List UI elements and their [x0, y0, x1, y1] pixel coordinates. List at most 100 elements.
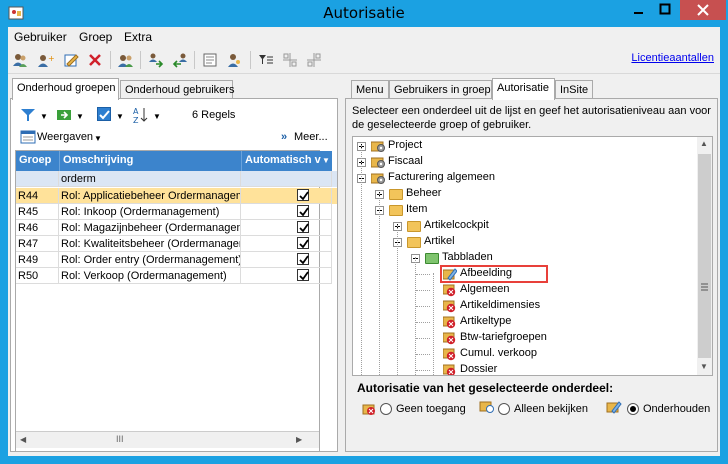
tree-node[interactable]: Fiscaal [353, 154, 693, 170]
user-key-icon[interactable] [226, 52, 242, 68]
horizontal-scrollbar[interactable]: ◀ ▶ III [16, 431, 319, 448]
tree-node[interactable]: Project [353, 138, 693, 154]
tree-node[interactable]: Afbeelding [353, 265, 693, 283]
check-all-icon[interactable] [97, 107, 111, 121]
scroll-left-icon[interactable]: ◀ [20, 435, 26, 444]
tab-menu[interactable]: Menu [351, 80, 389, 100]
tab-autorisatie[interactable]: Autorisatie [492, 78, 555, 100]
users-icon[interactable] [118, 52, 134, 68]
maximize-button[interactable] [652, 0, 679, 20]
minimize-button[interactable] [625, 0, 652, 20]
views-icon[interactable] [20, 130, 36, 144]
export-icon[interactable] [56, 107, 72, 123]
tree-node[interactable]: Beheer [353, 186, 693, 202]
table-row[interactable]: R46Rol: Magazijnbeheer (Ordermanagement) [16, 220, 337, 236]
column-header-omschrijving[interactable]: Omschrijving [59, 151, 241, 171]
tree-node[interactable]: Artikeldimensies [353, 298, 693, 314]
title-bar[interactable]: Autorisatie [0, 0, 728, 27]
table-row[interactable]: R50 Rol: Verkoop (Ordermanagement) [16, 268, 337, 284]
no-access-icon [442, 347, 457, 361]
column-label: Automatisch v [245, 154, 321, 166]
chevron-down-icon[interactable]: ▼ [76, 112, 84, 121]
new-user-icon[interactable] [12, 52, 28, 68]
cell-automatisch [241, 252, 332, 268]
tab-insite[interactable]: InSite [555, 80, 593, 100]
scroll-grip: III [116, 434, 124, 444]
tree-node[interactable]: Dossier [353, 362, 693, 375]
auto-checkbox[interactable] [297, 205, 309, 217]
tree-node[interactable]: Algemeen [353, 282, 693, 298]
tab-onderhoud-groepen[interactable]: Onderhoud groepen [12, 78, 119, 100]
filter-cell-groep[interactable] [16, 171, 59, 187]
no-access-label[interactable]: Geen toegang [396, 403, 466, 415]
sort-icon[interactable]: AZ [133, 106, 149, 125]
maintain-label[interactable]: Onderhouden [643, 403, 710, 415]
expand-all-icon[interactable] [282, 52, 298, 68]
tab-label: InSite [560, 84, 589, 96]
tree-node[interactable]: Tabbladen [353, 250, 693, 266]
instruction-text: Selecteer een onderdeel uit de lijst en … [352, 105, 711, 131]
tab-gebruikers-in-groep[interactable]: Gebruikers in groep [389, 80, 492, 100]
tree-node[interactable]: Artikel [353, 234, 693, 250]
menu-gebruiker[interactable]: Gebruiker [14, 30, 67, 44]
column-header-automatisch[interactable]: Automatisch v [241, 151, 332, 171]
tree-node-label: Artikelcockpit [424, 219, 489, 231]
edit-icon[interactable] [63, 52, 79, 68]
no-access-radio[interactable] [380, 403, 392, 415]
app-icon[interactable] [8, 5, 24, 21]
collapse-all-icon[interactable] [306, 52, 322, 68]
maintain-radio[interactable] [627, 403, 639, 415]
close-button[interactable] [680, 0, 726, 20]
filter-icon[interactable] [20, 107, 36, 123]
tree-vertical-scrollbar[interactable]: ▲ ▼ [697, 137, 712, 375]
license-link[interactable]: Licentieaantallen [631, 52, 714, 64]
double-chevron-icon[interactable]: » [281, 131, 287, 143]
report-icon[interactable] [202, 52, 218, 68]
table-row[interactable]: R47Rol: Kwaliteitsbeheer (Ordermanagemen… [16, 236, 337, 252]
chevron-down-icon[interactable]: ▼ [153, 112, 161, 121]
no-access-icon [442, 283, 457, 297]
filter-cell-omschrijving[interactable]: orderm [59, 171, 241, 187]
tree-node[interactable]: Btw-tariefgroepen [353, 330, 693, 346]
table-row[interactable]: R49 Rol: Order entry (Ordermanagement) [16, 252, 337, 268]
chevron-down-icon[interactable]: ▼ [94, 134, 102, 143]
folder-icon [407, 221, 421, 232]
views-dropdown[interactable]: Weergaven [37, 131, 93, 143]
auto-checkbox[interactable] [297, 189, 309, 201]
tree-node[interactable]: Artikeltype [353, 314, 693, 330]
tree-node-label: Item [406, 203, 428, 215]
view-only-radio[interactable] [498, 403, 510, 415]
chevron-down-icon[interactable]: ▼ [116, 112, 124, 121]
tab-onderhoud-gebruikers[interactable]: Onderhoud gebruikers [120, 80, 234, 100]
column-menu-chevron-icon[interactable]: ▼ [322, 156, 330, 165]
assign-icon[interactable] [148, 52, 164, 68]
scroll-thumb[interactable] [698, 154, 711, 358]
delete-icon[interactable] [87, 52, 103, 68]
scroll-up-icon[interactable]: ▲ [700, 139, 708, 148]
auto-checkbox[interactable] [297, 221, 309, 233]
new-group-icon[interactable]: + [38, 52, 55, 68]
tree-node[interactable]: Facturering algemeen [353, 170, 693, 186]
table-row[interactable]: R44 Rol: Applicatiebeheer Ordermanagement [16, 188, 337, 204]
auto-checkbox[interactable] [297, 253, 309, 265]
tree-node[interactable]: Artikelcockpit [353, 218, 693, 234]
view-only-label[interactable]: Alleen bekijken [514, 403, 588, 415]
scroll-right-icon[interactable]: ▶ [296, 435, 302, 444]
more-button[interactable]: Meer... [294, 131, 328, 143]
svg-text:Z: Z [133, 116, 139, 124]
filter-list-icon[interactable] [258, 52, 274, 68]
scroll-down-icon[interactable]: ▼ [700, 362, 708, 371]
tree-node[interactable]: Item [353, 202, 693, 218]
cell-automatisch [241, 268, 332, 284]
auto-checkbox[interactable] [297, 269, 309, 281]
filter-cell-automatisch[interactable] [241, 171, 332, 187]
table-row[interactable]: R45 Rol: Inkoop (Ordermanagement) [16, 204, 337, 220]
unassign-icon[interactable] [172, 52, 188, 68]
menu-groep[interactable]: Groep [79, 30, 112, 44]
menu-extra[interactable]: Extra [124, 30, 152, 44]
auto-checkbox[interactable] [297, 237, 309, 249]
cell-automatisch [241, 188, 332, 204]
column-header-groep[interactable]: Groep [16, 151, 59, 171]
chevron-down-icon[interactable]: ▼ [40, 112, 48, 121]
tree-node[interactable]: Cumul. verkoop [353, 346, 693, 362]
